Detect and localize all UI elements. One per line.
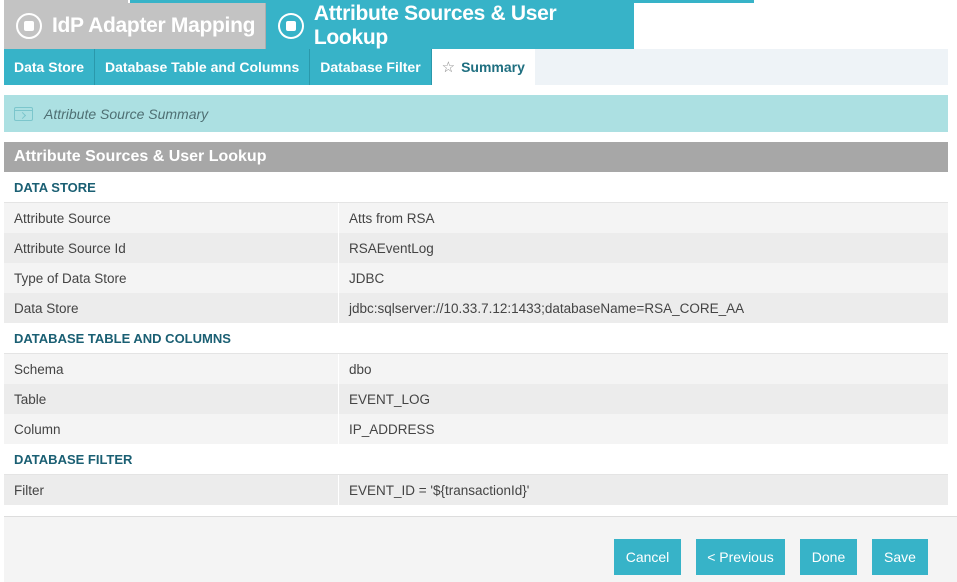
step-tab-attribute-sources[interactable]: Attribute Sources & User Lookup — [266, 2, 634, 49]
wizard-step-tabs: IdP Adapter Mapping Attribute Sources & … — [4, 2, 634, 49]
done-button[interactable]: Done — [800, 539, 857, 575]
sub-tab-label: Summary — [461, 59, 525, 75]
summary-row: Schema dbo — [4, 354, 948, 384]
summary-row: Type of Data Store JDBC — [4, 263, 948, 293]
row-value: dbo — [349, 361, 372, 377]
info-bar-text: Attribute Source Summary — [44, 105, 209, 122]
summary-row: Table EVENT_LOG — [4, 384, 948, 414]
save-button[interactable]: Save — [872, 539, 928, 575]
row-key: Schema — [4, 354, 339, 384]
step-circle-icon — [16, 13, 42, 39]
row-value: JDBC — [349, 270, 385, 286]
row-value: EVENT_ID = '${transactionId}' — [349, 482, 530, 498]
cancel-button[interactable]: Cancel — [614, 539, 681, 575]
row-value: IP_ADDRESS — [349, 421, 435, 437]
info-bar: Attribute Source Summary — [4, 95, 948, 132]
section-heading-database-table-columns: DATABASE TABLE AND COLUMNS — [4, 323, 948, 354]
sub-tab-data-store[interactable]: Data Store — [4, 49, 96, 85]
step-tab-idp-adapter-mapping[interactable]: IdP Adapter Mapping — [4, 3, 266, 49]
previous-button[interactable]: < Previous — [696, 539, 785, 575]
summary-row: Data Store jdbc:sqlserver://10.33.7.12:1… — [4, 293, 948, 323]
row-key: Attribute Source Id — [4, 233, 339, 263]
summary-panel: Attribute Sources & User Lookup DATA STO… — [4, 142, 948, 505]
row-key: Attribute Source — [4, 203, 339, 233]
row-value: RSAEventLog — [349, 240, 434, 256]
step-tab-label: Attribute Sources & User Lookup — [313, 2, 557, 49]
sub-tab-database-table-columns[interactable]: Database Table and Columns — [95, 49, 311, 85]
summary-row: Column IP_ADDRESS — [4, 414, 948, 444]
row-value: EVENT_LOG — [349, 391, 431, 407]
row-key: Type of Data Store — [4, 263, 339, 293]
section-heading-data-store: DATA STORE — [4, 172, 948, 203]
panel-title: Attribute Sources & User Lookup — [4, 142, 948, 172]
row-key: Data Store — [4, 293, 339, 323]
row-value: jdbc:sqlserver://10.33.7.12:1433;databas… — [349, 300, 745, 316]
summary-row: Filter EVENT_ID = '${transactionId}' — [4, 475, 948, 505]
wizard-footer: Cancel < Previous Done Save — [4, 516, 957, 582]
summary-row: Attribute Source Id RSAEventLog — [4, 233, 948, 263]
section-heading-database-filter: DATABASE FILTER — [4, 444, 948, 475]
row-key: Column — [4, 414, 339, 444]
summary-icon — [14, 106, 33, 121]
step-circle-icon — [278, 13, 304, 39]
sub-tab-database-filter[interactable]: Database Filter — [310, 49, 432, 85]
star-icon: ☆ — [441, 59, 456, 76]
summary-row: Attribute Source Atts from RSA — [4, 203, 948, 233]
row-key: Filter — [4, 475, 339, 505]
row-value: Atts from RSA — [349, 210, 435, 226]
sub-step-tabs: Data Store Database Table and Columns Da… — [4, 49, 948, 85]
step-tab-label: IdP Adapter Mapping — [52, 14, 256, 37]
sub-tab-summary[interactable]: ☆ Summary — [431, 49, 535, 85]
row-key: Table — [4, 384, 339, 414]
wizard-page: IdP Adapter Mapping Attribute Sources & … — [0, 0, 957, 582]
